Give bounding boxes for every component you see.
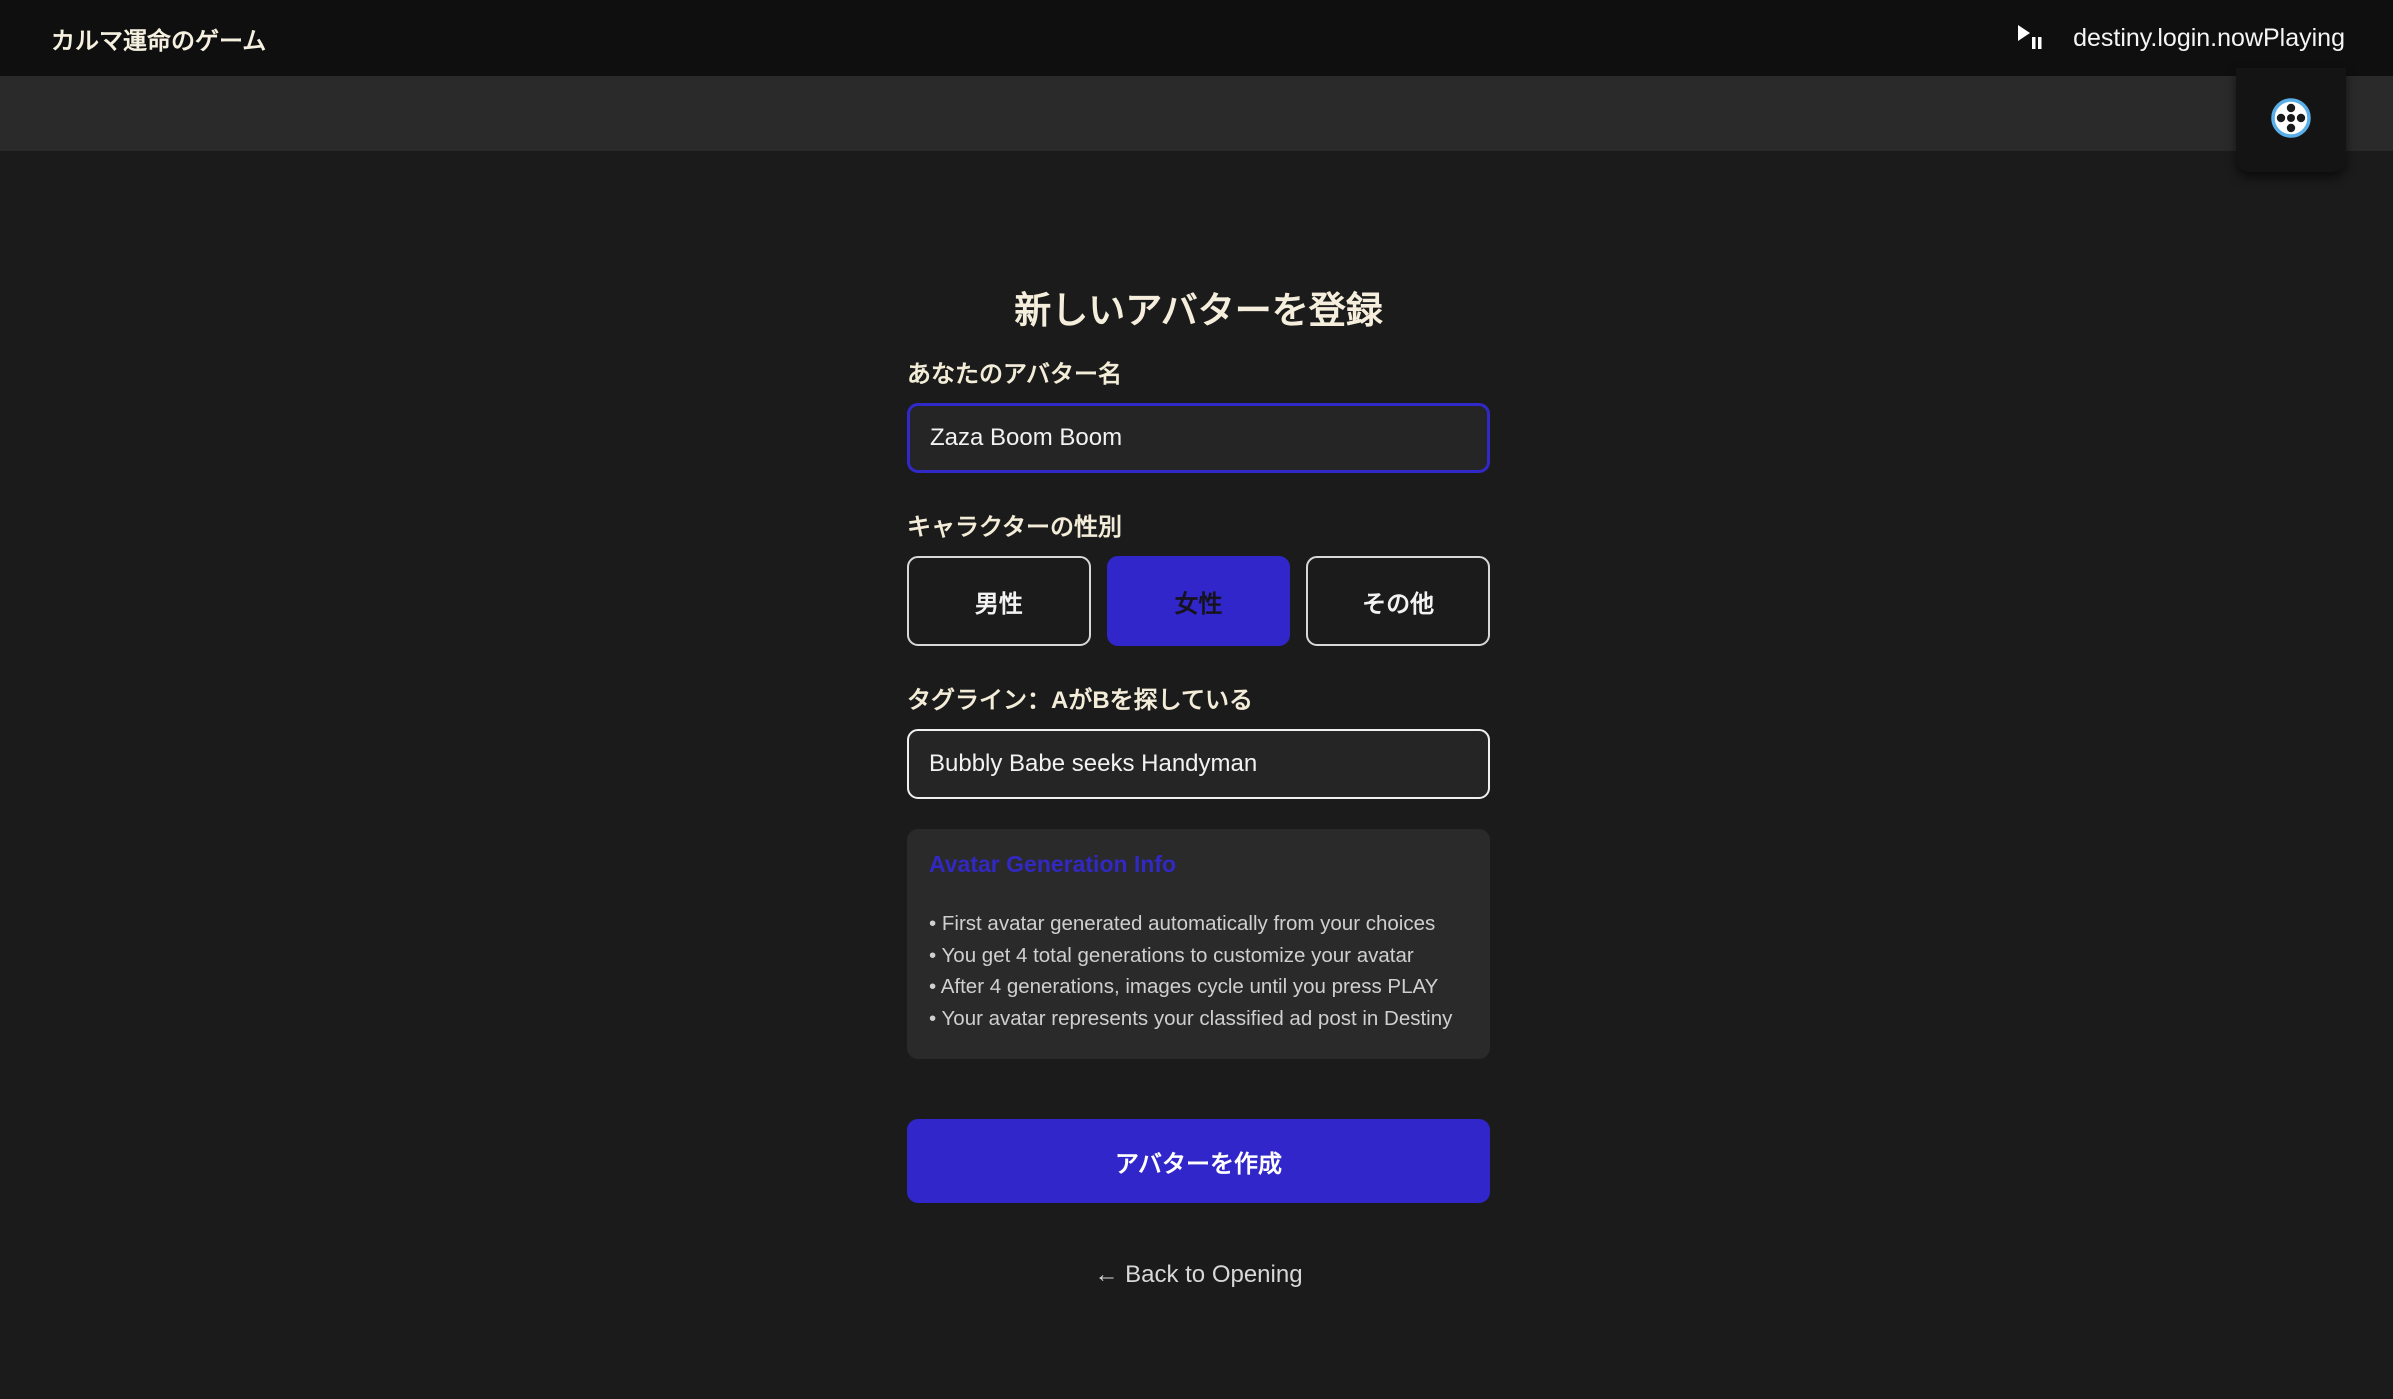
info-item: • After 4 generations, images cycle unti… <box>929 975 1439 998</box>
top-bar: カルマ運命のゲーム destiny.login.nowPlaying <box>0 0 2393 76</box>
now-playing: destiny.login.nowPlaying <box>2015 23 2345 53</box>
sub-bar <box>0 76 2393 151</box>
film-reel-icon <box>2270 97 2312 144</box>
back-to-opening-link[interactable]: ← Back to Opening <box>907 1261 1490 1289</box>
gender-male-button[interactable]: 男性 <box>907 556 1091 646</box>
gender-female-button[interactable]: 女性 <box>1106 556 1291 646</box>
app-title: カルマ運命のゲーム <box>51 27 267 55</box>
tagline-input[interactable] <box>907 729 1490 799</box>
avatar-name-label: あなたのアバター名 <box>907 361 1123 388</box>
now-playing-text: destiny.login.nowPlaying <box>2073 23 2345 52</box>
gender-other-button[interactable]: その他 <box>1306 556 1491 646</box>
register-avatar-form: 新しいアバターを登録 あなたのアバター名 キャラクターの性別 男性 女性 その他… <box>907 280 1491 1289</box>
info-title: Avatar Generation Info <box>929 851 1177 877</box>
info-item: • You get 4 total generations to customi… <box>929 943 1414 967</box>
gender-options: 男性 女性 その他 <box>907 556 1491 646</box>
info-item: • Your avatar represents your classified… <box>929 1006 1453 1030</box>
gender-label: キャラクターの性別 <box>907 514 1123 541</box>
create-avatar-button[interactable]: アバターを作成 <box>907 1119 1490 1203</box>
avatar-name-input[interactable] <box>907 403 1490 473</box>
page-title: 新しいアバターを登録 <box>1014 290 1383 331</box>
avatar-info-box: Avatar Generation Info • First avatar ge… <box>907 829 1490 1059</box>
info-list: • First avatar generated automatically f… <box>929 908 1468 1034</box>
play-pause-icon[interactable] <box>2015 23 2045 53</box>
info-item: • First avatar generated automatically f… <box>929 912 1436 935</box>
tagline-label: タグライン：AがBを探している <box>907 687 1253 714</box>
settings-tab[interactable] <box>2236 68 2346 172</box>
